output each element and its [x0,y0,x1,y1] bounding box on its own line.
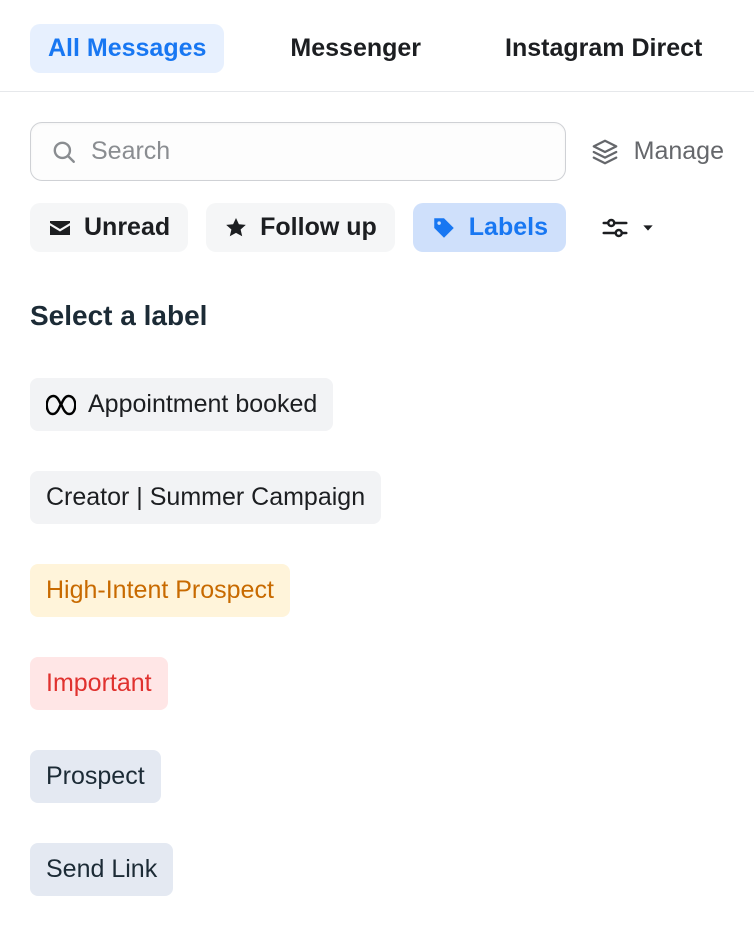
section-title: Select a label [0,252,754,340]
label-text: Prospect [46,762,145,791]
tab-all-messages[interactable]: All Messages [30,24,224,73]
search-icon [51,139,77,165]
filter-settings-button[interactable] [600,213,656,243]
label-important[interactable]: Important [30,657,168,710]
filter-labels-label: Labels [469,213,548,242]
label-text: High-Intent Prospect [46,576,274,605]
label-creator-summer-campaign[interactable]: Creator | Summer Campaign [30,471,381,524]
label-send-link[interactable]: Send Link [30,843,173,896]
filter-labels[interactable]: Labels [413,203,566,252]
chevron-down-icon [640,220,656,236]
manage-button[interactable]: Manage [590,137,724,167]
label-text: Creator | Summer Campaign [46,483,365,512]
label-prospect[interactable]: Prospect [30,750,161,803]
filter-follow-up-label: Follow up [260,213,377,242]
search-box[interactable] [30,122,566,181]
tag-icon [431,215,457,241]
sliders-icon [600,213,630,243]
filters-row: Unread Follow up Labels [0,181,754,252]
label-text: Send Link [46,855,157,884]
meta-icon [46,394,76,416]
search-row: Manage [0,92,754,181]
manage-label: Manage [634,137,724,166]
label-high-intent-prospect[interactable]: High-Intent Prospect [30,564,290,617]
filter-unread[interactable]: Unread [30,203,188,252]
label-text: Appointment booked [88,390,317,419]
channel-tabs: All Messages Messenger Instagram Direct [0,0,754,92]
star-icon [224,216,248,240]
filter-follow-up[interactable]: Follow up [206,203,395,252]
label-text: Important [46,669,152,698]
labels-list: Appointment booked Creator | Summer Camp… [0,340,754,896]
tab-instagram-direct[interactable]: Instagram Direct [487,24,720,73]
label-appointment-booked[interactable]: Appointment booked [30,378,333,431]
mail-icon [48,216,72,240]
filter-unread-label: Unread [84,213,170,242]
search-input[interactable] [91,137,545,166]
tab-messenger[interactable]: Messenger [272,24,439,73]
stack-icon [590,137,620,167]
